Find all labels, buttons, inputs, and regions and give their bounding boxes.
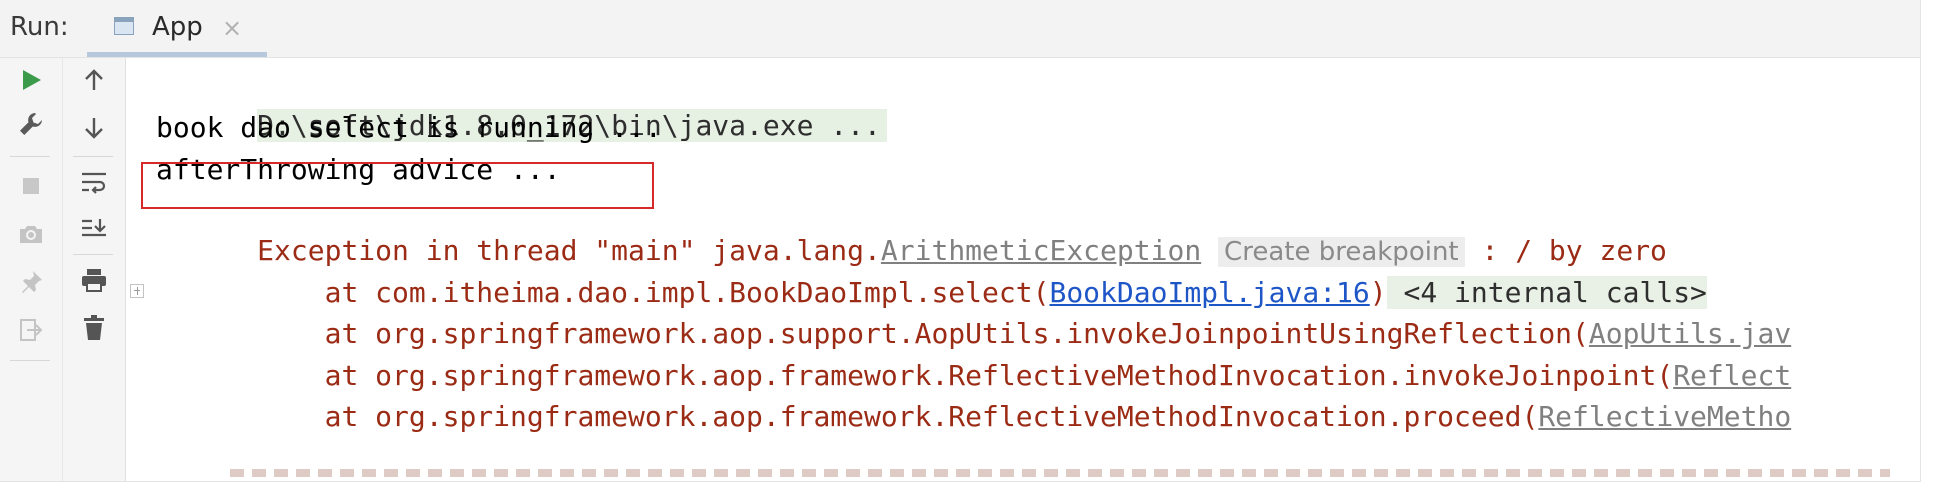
console-output[interactable]: D:\soft\jdk1.8.0_172\bin\java.exe ... bo…	[126, 58, 1920, 481]
toolbar-separator	[10, 156, 50, 157]
stack-trace-line: at org.springframework.aop.framework.Ref…	[156, 357, 1792, 433]
toolbar-separator	[10, 360, 50, 361]
highlight-box	[141, 162, 654, 209]
scroll-to-end-icon[interactable]	[74, 208, 114, 248]
clipped-next-line	[230, 469, 1890, 477]
exit-icon[interactable]	[11, 310, 51, 350]
run-label: Run:	[10, 12, 69, 42]
arrow-up-icon[interactable]	[74, 60, 114, 100]
pin-icon[interactable]	[11, 262, 51, 302]
run-tool-window: Run: App × D:\soft\jdk1.8.0_172\bin\java…	[0, 0, 1921, 482]
arrow-down-icon[interactable]	[74, 108, 114, 148]
run-header: Run: App ×	[0, 0, 1920, 58]
stack-trace-line: at com.itheima.dao.impl.BookDaoImpl.sele…	[156, 233, 1707, 309]
print-icon[interactable]	[74, 260, 114, 300]
stop-icon[interactable]	[11, 166, 51, 206]
expand-icon[interactable]	[130, 284, 144, 298]
tab-active-indicator	[87, 52, 267, 57]
run-toolbar-secondary	[63, 58, 126, 481]
trash-icon[interactable]	[74, 308, 114, 348]
camera-icon[interactable]	[11, 214, 51, 254]
stack-trace-line: at org.springframework.aop.framework.Ref…	[156, 316, 1792, 392]
run-toolbar-primary	[0, 58, 63, 481]
toolbar-separator	[73, 156, 113, 157]
tab-close-icon[interactable]: ×	[222, 14, 242, 42]
stack-trace-line: at org.springframework.aop.support.AopUt…	[156, 274, 1792, 350]
source-link[interactable]: ReflectiveMetho	[1538, 400, 1791, 433]
console-line: book dao select is running ...	[156, 111, 662, 144]
run-icon[interactable]	[11, 60, 51, 100]
wrench-icon[interactable]	[11, 104, 51, 144]
soft-wrap-icon[interactable]	[74, 162, 114, 202]
tab-app-title[interactable]: App	[152, 12, 203, 42]
stack-trace-text: at org.springframework.aop.framework.Ref…	[257, 400, 1539, 433]
console-tab-icon	[114, 17, 134, 35]
toolbar-separator	[73, 254, 113, 255]
